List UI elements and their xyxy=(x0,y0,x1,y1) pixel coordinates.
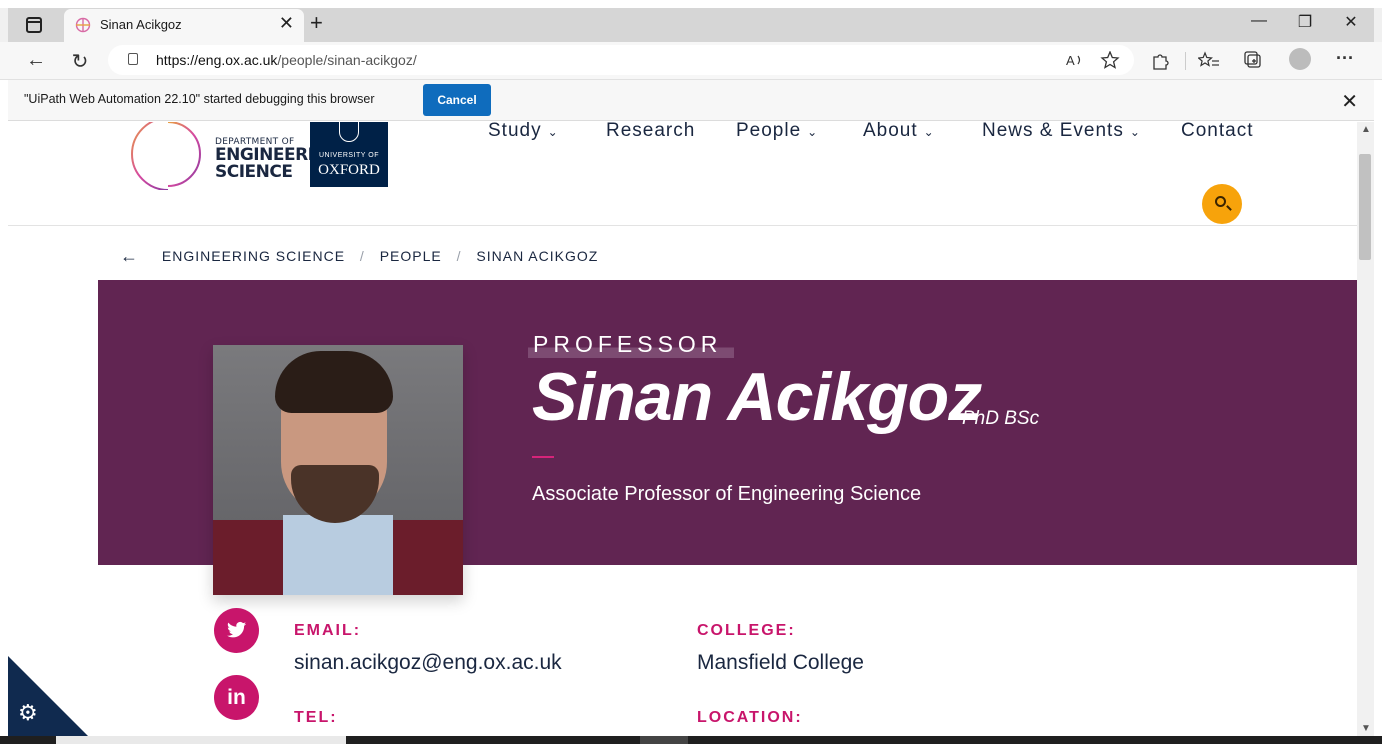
browser-window: Sinan Acikgoz ✕ + — ❐ ✕ ← ↻ https://eng.… xyxy=(0,0,1382,744)
breadcrumb-separator: / xyxy=(359,248,365,264)
scroll-thumb[interactable] xyxy=(1359,154,1371,260)
address-bar-row: ← ↻ https://eng.ox.ac.uk/people/sinan-ac… xyxy=(0,42,1382,80)
location-label: LOCATION: xyxy=(697,709,803,726)
profile-icon[interactable] xyxy=(1289,48,1311,70)
email-label: EMAIL: xyxy=(294,622,362,639)
college-label: COLLEGE: xyxy=(697,622,796,639)
chevron-down-icon: ⌄ xyxy=(807,125,819,139)
gear-icon[interactable]: ⚙ xyxy=(18,700,38,726)
oxford-big-text: OXFORD xyxy=(318,162,380,178)
tab-active[interactable]: Sinan Acikgoz ✕ xyxy=(64,9,304,42)
breadcrumb-item-current: SINAN ACIKGOZ xyxy=(476,248,599,264)
back-button[interactable]: ← xyxy=(24,49,48,72)
arrow-left-icon[interactable]: ← xyxy=(120,246,139,266)
page-viewport: DEPARTMENT OF ENGINEERING SCIENCE UNIVER… xyxy=(8,122,1357,736)
profile-position: Associate Professor of Engineering Scien… xyxy=(532,483,922,505)
nav-item-about[interactable]: About ⌄ xyxy=(863,122,935,142)
tab-close-icon[interactable]: ✕ xyxy=(279,13,294,34)
linkedin-link[interactable]: in xyxy=(214,675,259,720)
url-path: /people/sinan-acikgoz/ xyxy=(277,52,417,68)
nav-item-research[interactable]: Research xyxy=(606,122,695,142)
college-value: Mansfield College xyxy=(697,651,864,674)
header-divider xyxy=(8,225,1357,226)
reload-button[interactable]: ↻ xyxy=(68,49,92,74)
os-taskbar xyxy=(0,736,1382,744)
profile-name: Sinan Acikgoz xyxy=(532,359,982,435)
new-tab-button[interactable]: + xyxy=(310,10,323,36)
infobar-close-icon[interactable]: ✕ xyxy=(1341,89,1358,114)
oxford-small-text: UNIVERSITY OF xyxy=(318,152,380,159)
favorite-add-icon[interactable] xyxy=(1100,51,1122,69)
nav-item-contact[interactable]: Contact xyxy=(1181,122,1253,142)
tab-strip: Sinan Acikgoz ✕ + — ❐ ✕ xyxy=(0,0,1382,42)
read-aloud-icon[interactable]: A xyxy=(1064,51,1086,69)
photo-hair xyxy=(275,351,393,413)
url-text[interactable]: https://eng.ox.ac.uk/people/sinan-acikgo… xyxy=(156,52,417,68)
cancel-debug-button[interactable]: Cancel xyxy=(423,84,491,116)
nav-label: Contact xyxy=(1181,122,1254,141)
restore-button[interactable]: ❐ xyxy=(1290,12,1320,32)
nav-item-news-events[interactable]: News & Events ⌄ xyxy=(982,122,1141,142)
accent-rule xyxy=(532,456,554,458)
collections-icon[interactable] xyxy=(1243,51,1265,71)
infobar-message: "UiPath Web Automation 22.10" started de… xyxy=(24,92,375,106)
scroll-up-icon[interactable]: ▲ xyxy=(1361,124,1371,135)
breadcrumb-separator: / xyxy=(456,248,462,264)
tab-title: Sinan Acikgoz xyxy=(100,17,182,32)
breadcrumb-item-people[interactable]: PEOPLE xyxy=(380,248,442,264)
toolbar-divider xyxy=(1185,52,1186,70)
chevron-down-icon: ⌄ xyxy=(923,125,935,139)
page-scrollbar[interactable]: ▲ ▼ xyxy=(1357,122,1374,736)
email-link[interactable]: sinan.acikgoz@eng.ox.ac.uk xyxy=(294,651,562,675)
nav-label: Study xyxy=(488,122,542,141)
twitter-link[interactable] xyxy=(214,608,259,653)
url-host: https://eng.ox.ac.uk xyxy=(156,52,278,68)
site-favicon-icon xyxy=(75,17,91,33)
nav-item-study[interactable]: Study ⌄ xyxy=(488,122,559,142)
department-logo-icon[interactable] xyxy=(128,122,208,190)
nav-label: About xyxy=(863,122,918,141)
minimize-button[interactable]: — xyxy=(1244,12,1274,30)
twitter-icon xyxy=(226,621,246,638)
breadcrumb-item-engineering-science[interactable]: ENGINEERING SCIENCE xyxy=(162,248,345,264)
nav-label: News & Events xyxy=(982,122,1124,141)
oxford-crest-icon xyxy=(339,122,359,142)
address-field[interactable]: https://eng.ox.ac.uk/people/sinan-acikgo… xyxy=(108,45,1134,75)
taskbar-item[interactable] xyxy=(56,736,346,744)
search-icon xyxy=(1215,196,1226,207)
profile-photo xyxy=(213,345,463,595)
more-icon[interactable]: ··· xyxy=(1334,48,1356,69)
linkedin-icon: in xyxy=(227,686,246,709)
chevron-down-icon: ⌄ xyxy=(547,125,559,139)
tab-strip-inner: Sinan Acikgoz ✕ + — ❐ ✕ xyxy=(8,8,1374,42)
oxford-logo[interactable]: UNIVERSITY OF OXFORD xyxy=(310,122,388,187)
lock-icon[interactable] xyxy=(128,53,138,65)
nav-label: People xyxy=(736,122,802,141)
tel-label: TEL: xyxy=(294,709,338,726)
site-search-button[interactable] xyxy=(1202,184,1242,224)
breadcrumb: ← ENGINEERING SCIENCE / PEOPLE / SINAN A… xyxy=(120,245,598,266)
tab-actions-icon[interactable] xyxy=(26,17,42,33)
extensions-icon[interactable] xyxy=(1150,51,1172,71)
scroll-down-icon[interactable]: ▼ xyxy=(1361,723,1371,734)
svg-text:A: A xyxy=(1066,53,1075,68)
close-window-button[interactable]: ✕ xyxy=(1336,12,1366,32)
debug-infobar: "UiPath Web Automation 22.10" started de… xyxy=(8,80,1374,121)
profile-role: PROFESSOR xyxy=(528,331,735,358)
nav-label: Research xyxy=(606,122,696,141)
chevron-down-icon: ⌄ xyxy=(1129,125,1141,139)
profile-qualifications: PhD BSc xyxy=(962,408,1040,429)
nav-item-people[interactable]: People ⌄ xyxy=(736,122,818,142)
favorites-icon[interactable] xyxy=(1198,51,1220,71)
photo-shirt xyxy=(283,515,393,595)
taskbar-item[interactable] xyxy=(640,736,688,744)
